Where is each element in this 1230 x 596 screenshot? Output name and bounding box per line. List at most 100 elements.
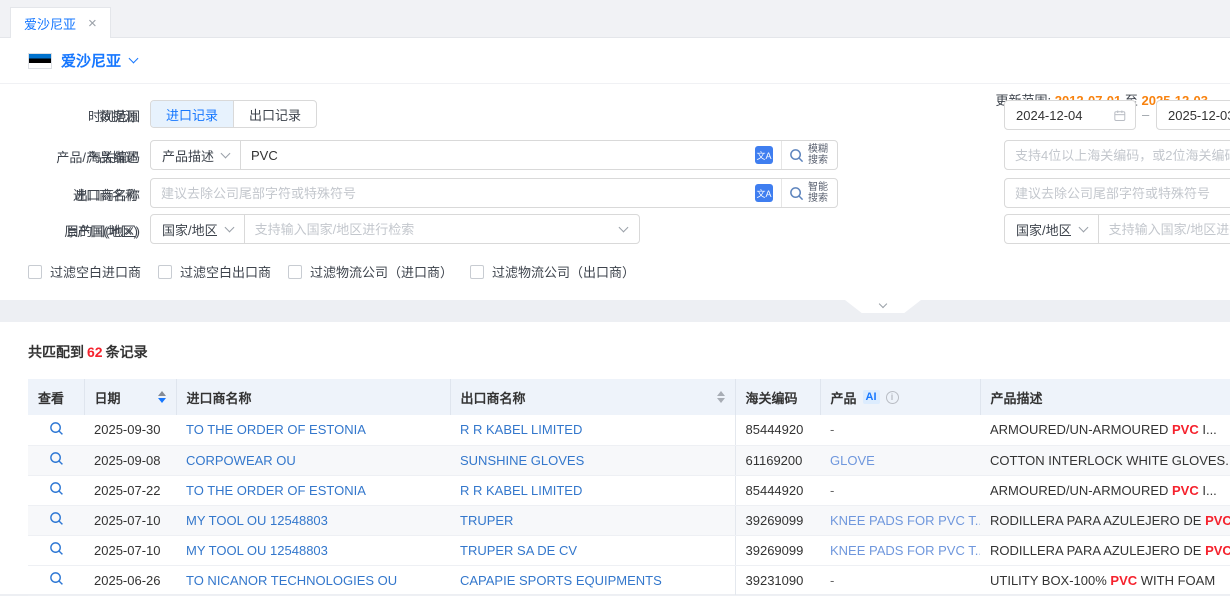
view-cell [28, 535, 84, 565]
translate-icon[interactable]: 文A [755, 184, 773, 202]
product-link[interactable]: KNEE PADS FOR PVC T... [830, 543, 980, 558]
view-record-button[interactable] [49, 574, 64, 589]
tab-estonia[interactable]: 爱沙尼亚 × [10, 7, 111, 38]
results-panel: 共匹配到62条记录 查看 日期 进口商名称 出口商名称 [0, 322, 1230, 594]
importer-input[interactable] [151, 186, 755, 201]
col-product: 产品 AI i [820, 379, 980, 415]
col-importer: 进口商名称 [176, 379, 450, 415]
translate-icon[interactable]: 文A [755, 146, 773, 164]
description-text: I... [1199, 483, 1217, 498]
product-type-select[interactable]: 产品描述 [151, 141, 240, 169]
filter-checkbox-item[interactable]: 过滤空白出口商 [158, 262, 271, 281]
hscode-cell: 85444920 [735, 415, 820, 445]
keyword-highlight: PVC [1172, 422, 1199, 437]
importer-cell: TO THE ORDER OF ESTONIA [176, 475, 450, 505]
export-records-button[interactable]: 出口记录 [233, 101, 316, 127]
view-record-button[interactable] [49, 424, 64, 439]
exporter-link[interactable]: TRUPER [460, 513, 513, 528]
exporter-link[interactable]: R R KABEL LIMITED [460, 422, 582, 437]
tab-bar: 爱沙尼亚 × [0, 0, 1230, 38]
importer-cell: TO THE ORDER OF ESTONIA [176, 415, 450, 445]
keyword-highlight: PVC [1172, 483, 1199, 498]
view-record-button[interactable] [49, 484, 64, 499]
country-selector[interactable]: 爱沙尼亚 [61, 50, 121, 71]
description-cell: COTTON INTERLOCK WHITE GLOVES... [980, 445, 1230, 475]
collapse-panel-toggle[interactable] [845, 300, 921, 313]
importer-link[interactable]: MY TOOL OU 12548803 [186, 543, 328, 558]
destination-input[interactable] [1099, 222, 1230, 237]
checkbox[interactable] [28, 265, 42, 279]
view-magnifier-icon [49, 511, 64, 526]
import-records-button[interactable]: 进口记录 [151, 101, 233, 127]
importer-link[interactable]: MY TOOL OU 12548803 [186, 513, 328, 528]
view-magnifier-icon [49, 481, 64, 496]
description-cell: ARMOURED/UN-ARMOURED PVC I... [980, 415, 1230, 445]
importer-link[interactable]: CORPOWEAR OU [186, 453, 296, 468]
product-search-input[interactable] [241, 148, 755, 163]
date-start-field[interactable] [1004, 100, 1136, 130]
col-date-sortable[interactable]: 日期 [84, 379, 176, 415]
smart-search-button[interactable]: 智能搜索 [781, 179, 837, 207]
origin-country-select[interactable]: 国家/地区 [151, 215, 244, 243]
close-icon[interactable]: × [88, 16, 97, 31]
sort-icon[interactable] [717, 391, 725, 403]
importer-link[interactable]: TO NICANOR TECHNOLOGIES OU [186, 573, 397, 588]
destination-group: 国家/地区 [1004, 214, 1230, 244]
product-cell: - [820, 415, 980, 445]
chevron-down-icon[interactable] [129, 54, 139, 64]
checkbox[interactable] [470, 265, 484, 279]
description-text: ARMOURED/UN-ARMOURED [990, 422, 1172, 437]
origin-input[interactable] [245, 222, 620, 237]
view-cell [28, 475, 84, 505]
exporter-link[interactable]: SUNSHINE GLOVES [460, 453, 584, 468]
date-end-input[interactable] [1166, 107, 1230, 124]
results-count: 62 [84, 344, 106, 360]
importer-link[interactable]: TO THE ORDER OF ESTONIA [186, 483, 366, 498]
checkbox[interactable] [158, 265, 172, 279]
hscode-field[interactable] [1004, 140, 1230, 170]
chevron-down-icon[interactable] [619, 222, 629, 232]
filter-checkbox-item[interactable]: 过滤物流公司（出口商） [470, 262, 635, 281]
importer-link[interactable]: TO THE ORDER OF ESTONIA [186, 422, 366, 437]
chevron-down-icon [879, 300, 887, 308]
hscode-label: 海关编码 [0, 147, 140, 166]
info-icon[interactable]: i [886, 391, 899, 404]
table-body: 2025-09-30TO THE ORDER OF ESTONIAR R KAB… [28, 415, 1230, 595]
fuzzy-search-button[interactable]: 模糊搜索 [781, 141, 837, 169]
calendar-icon[interactable] [1114, 109, 1126, 122]
table-row: 2025-09-30TO THE ORDER OF ESTONIAR R KAB… [28, 415, 1230, 445]
checkbox-label: 过滤物流公司（进口商） [310, 262, 453, 281]
product-link[interactable]: GLOVE [830, 453, 875, 468]
hscode-cell: 39231090 [735, 565, 820, 595]
view-record-button[interactable] [49, 454, 64, 469]
exporter-field[interactable] [1004, 178, 1230, 208]
table-row: 2025-06-26TO NICANOR TECHNOLOGIES OUCAPA… [28, 565, 1230, 595]
date-start-input[interactable] [1014, 107, 1114, 124]
product-cell: - [820, 565, 980, 595]
ai-badge: AI [863, 390, 880, 404]
exporter-link[interactable]: CAPAPIE SPORTS EQUIPMENTS [460, 573, 662, 588]
view-record-button[interactable] [49, 514, 64, 529]
datasource-segment: 进口记录 出口记录 [150, 100, 317, 128]
col-view: 查看 [28, 379, 84, 415]
view-record-button[interactable] [49, 544, 64, 559]
checkbox[interactable] [288, 265, 302, 279]
importer-cell: MY TOOL OU 12548803 [176, 535, 450, 565]
product-cell: - [820, 475, 980, 505]
col-exporter-sortable[interactable]: 出口商名称 [450, 379, 735, 415]
table-header-row: 查看 日期 进口商名称 出口商名称 海关编码 [28, 379, 1230, 415]
destination-country-select[interactable]: 国家/地区 [1005, 215, 1098, 243]
exporter-input[interactable] [1005, 186, 1230, 201]
sort-icon[interactable] [158, 391, 166, 403]
col-hscode: 海关编码 [735, 379, 820, 415]
exporter-link[interactable]: R R KABEL LIMITED [460, 483, 582, 498]
filter-checkbox-item[interactable]: 过滤物流公司（进口商） [288, 262, 453, 281]
description-cell: RODILLERA PARA AZULEJERO DE PVC [980, 505, 1230, 535]
product-link[interactable]: KNEE PADS FOR PVC T... [830, 513, 980, 528]
date-end-field[interactable] [1156, 100, 1230, 130]
hscode-input[interactable] [1005, 148, 1230, 163]
exporter-link[interactable]: TRUPER SA DE CV [460, 543, 577, 558]
filter-checkbox-item[interactable]: 过滤空白进口商 [28, 262, 141, 281]
view-magnifier-icon [49, 541, 64, 556]
importer-search-group: 文A 智能搜索 [150, 178, 838, 208]
